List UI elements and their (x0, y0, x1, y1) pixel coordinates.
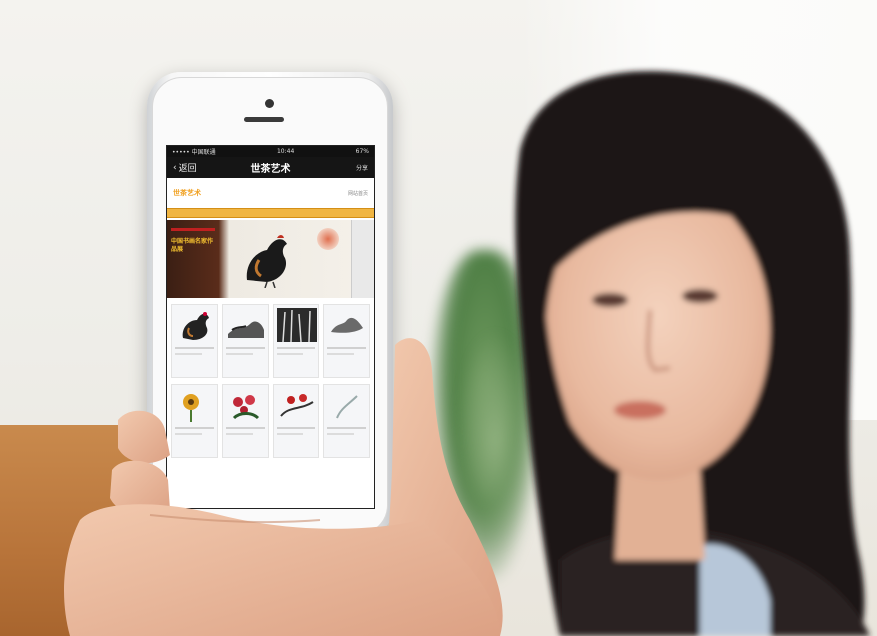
photo-scene: ••••• 中国联通 10:44 67% ‹ 返回 世茶艺术 分享 世茶艺术 网… (0, 0, 877, 636)
hand (64, 338, 503, 636)
